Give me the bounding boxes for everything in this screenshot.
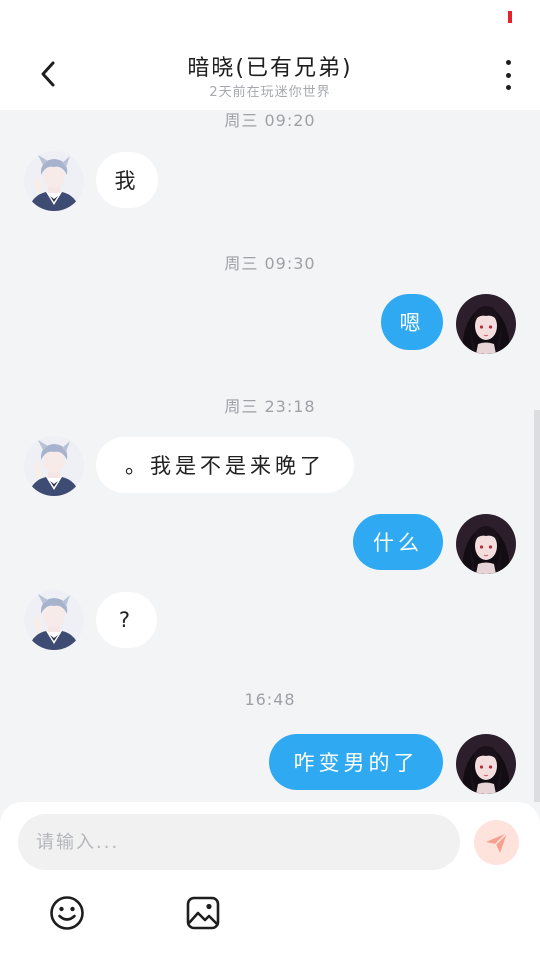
smiley-icon bbox=[50, 896, 84, 930]
chat-header: 暗晓(已有兄弟) 2天前在玩迷你世界 bbox=[0, 40, 540, 110]
scrollbar[interactable] bbox=[534, 410, 540, 802]
image-button[interactable] bbox=[184, 894, 222, 932]
send-button[interactable] bbox=[474, 820, 519, 865]
message-input-container[interactable] bbox=[18, 814, 460, 870]
message-timestamp: 周三 09:30 bbox=[224, 254, 316, 273]
chat-title: 暗晓(已有兄弟) bbox=[187, 56, 353, 81]
message-timestamp: 周三 09:20 bbox=[224, 111, 316, 130]
message-input[interactable] bbox=[36, 831, 460, 853]
incoming-message-bubble[interactable]: ? bbox=[96, 592, 157, 648]
incoming-message-bubble[interactable]: 。我是不是来晚了 bbox=[96, 437, 354, 493]
status-bar bbox=[0, 0, 540, 40]
outgoing-message-bubble[interactable]: 咋变男的了 bbox=[269, 734, 443, 790]
user-avatar[interactable] bbox=[456, 734, 516, 794]
user-avatar[interactable] bbox=[456, 514, 516, 574]
outgoing-message-bubble[interactable]: 嗯 bbox=[381, 294, 443, 350]
user-avatar[interactable] bbox=[456, 294, 516, 354]
contact-avatar[interactable] bbox=[24, 151, 84, 211]
outgoing-message-bubble[interactable]: 什么 bbox=[353, 514, 443, 570]
more-options-button[interactable] bbox=[496, 58, 520, 92]
message-composer bbox=[0, 802, 540, 960]
incoming-message-bubble[interactable]: 我 bbox=[96, 152, 158, 208]
message-list[interactable]: 周三 09:20 我 周三 09:30 嗯 周三 23:18 。我是不是来晚了 … bbox=[0, 110, 540, 802]
notification-indicator bbox=[508, 11, 512, 23]
message-timestamp: 16:48 bbox=[244, 690, 296, 709]
message-timestamp: 周三 23:18 bbox=[224, 397, 316, 416]
paper-plane-icon bbox=[485, 831, 508, 853]
contact-avatar[interactable] bbox=[24, 590, 84, 650]
image-icon bbox=[186, 896, 220, 930]
vertical-ellipsis-icon bbox=[505, 60, 511, 65]
contact-avatar[interactable] bbox=[24, 436, 84, 496]
chat-status: 2天前在玩迷你世界 bbox=[209, 85, 331, 100]
emoji-button[interactable] bbox=[48, 894, 86, 932]
